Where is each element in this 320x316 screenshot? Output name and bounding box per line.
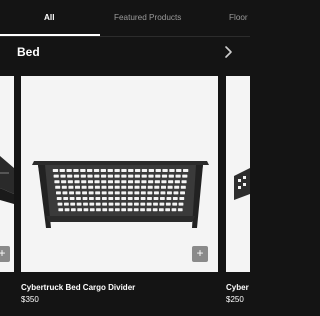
tab-all[interactable]: All bbox=[44, 13, 54, 22]
chevron-right-icon[interactable] bbox=[221, 44, 235, 60]
category-tabs: All Featured Products Floor bbox=[0, 0, 250, 37]
product-card-previous[interactable]: + bbox=[0, 76, 14, 272]
section-header: Bed bbox=[0, 37, 250, 69]
product-image-previous bbox=[0, 156, 14, 204]
product-price-next: $250 bbox=[226, 295, 244, 304]
product-name-next[interactable]: Cyber bbox=[226, 283, 249, 292]
add-to-cart-button[interactable]: + bbox=[192, 246, 208, 262]
product-name[interactable]: Cybertruck Bed Cargo Divider bbox=[21, 283, 135, 292]
tab-floor[interactable]: Floor bbox=[229, 13, 248, 22]
product-price: $350 bbox=[21, 295, 39, 304]
plus-icon: + bbox=[196, 246, 204, 260]
add-to-cart-button[interactable]: + bbox=[0, 246, 10, 262]
active-tab-indicator bbox=[0, 34, 100, 36]
product-card-next[interactable] bbox=[226, 76, 250, 272]
plus-icon: + bbox=[0, 246, 6, 260]
product-image-next bbox=[234, 168, 250, 200]
section-title: Bed bbox=[17, 45, 40, 59]
product-card[interactable]: + bbox=[21, 76, 218, 272]
tab-featured-products[interactable]: Featured Products bbox=[114, 13, 181, 22]
product-image bbox=[32, 161, 209, 228]
